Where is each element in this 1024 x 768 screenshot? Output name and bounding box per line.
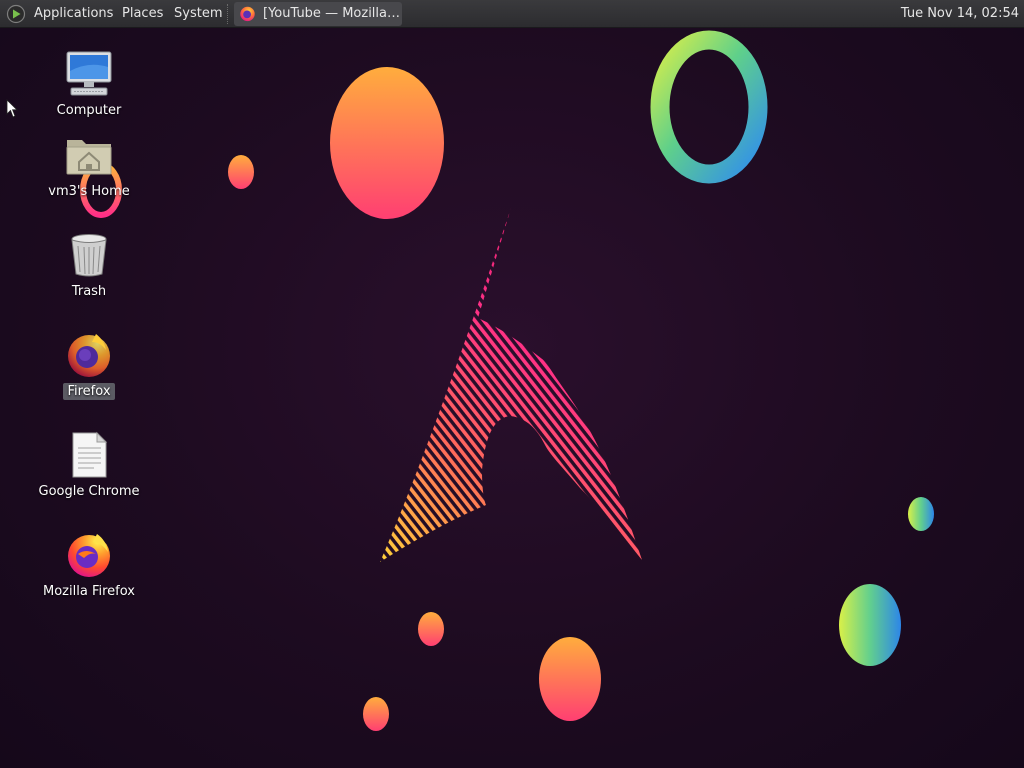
orange-ball [330,67,444,219]
computer-icon [66,51,112,96]
gradient-ring [650,30,768,184]
desktop-icon-label: vm3's Home [48,184,130,199]
green-ball [908,497,934,531]
desktop-icon-label: Computer [56,103,122,118]
desktop-icon-home[interactable]: vm3's Home [29,130,149,200]
firefox-icon [68,334,110,377]
arch-logo [380,208,642,562]
applications-menu[interactable]: Applications [34,6,113,22]
text-file-icon [72,431,108,478]
orange-ball [418,612,444,646]
desktop-icon-computer[interactable]: Computer [29,49,149,119]
desktop-wallpaper [80,30,934,731]
firefox-icon [68,534,110,577]
places-menu[interactable]: Places [122,6,163,22]
desktop-icon-label: Mozilla Firefox [43,584,135,599]
desktop-icon-label: Firefox [63,383,115,400]
taskbar-button-firefox[interactable]: [YouTube — Mozilla… [234,2,402,26]
top-panel: Applications Places System [YouTube — Mo… [0,0,1024,28]
desktop-icon-trash[interactable]: Trash [29,230,149,300]
mate-menu-icon[interactable] [6,4,26,24]
green-ball [839,584,901,666]
desktop-icon-label: Trash [71,284,107,299]
desktop-icon-google-chrome[interactable]: Google Chrome [29,430,149,500]
desktop-icon-firefox[interactable]: Firefox [29,330,149,400]
firefox-icon [240,6,255,22]
orange-ball [228,155,254,189]
desktop-icon-label: Google Chrome [38,484,140,499]
taskbar-button-label: [YouTube — Mozilla… [263,6,400,21]
panel-separator [227,4,230,24]
mouse-pointer-icon [6,99,18,118]
desktop-icon-mozilla-firefox[interactable]: Mozilla Firefox [29,530,149,600]
system-menu[interactable]: System [174,6,222,22]
orange-ball [363,697,389,731]
home-folder-icon [66,140,112,175]
trash-icon [71,234,107,277]
panel-clock[interactable]: Tue Nov 14, 02:54 [901,6,1019,22]
orange-ball [539,637,601,721]
